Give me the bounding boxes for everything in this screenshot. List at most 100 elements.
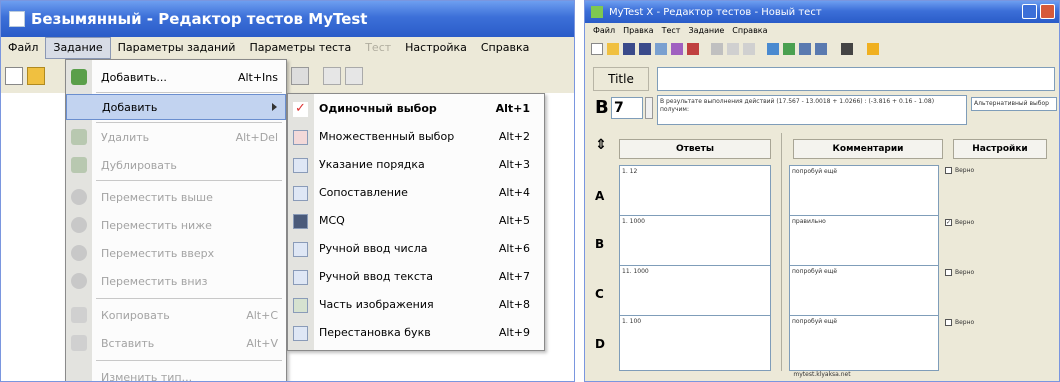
menu-help[interactable]: Справка [474,37,536,59]
copy-icon [71,307,87,323]
menu-item-delete[interactable]: Удалить Alt+Del [66,124,286,150]
new-file-icon[interactable] [5,67,23,85]
settings-header[interactable]: Настройки [953,139,1047,159]
answer-input[interactable]: 1. 100 [619,315,771,371]
checkbox-box [945,269,952,276]
move-up-icon[interactable] [799,43,811,55]
menu-item-label: Переместить ниже [101,218,212,232]
undo-icon[interactable] [711,43,723,55]
comments-header[interactable]: Комментарии [793,139,943,159]
save-icon[interactable] [623,43,635,55]
menu-task[interactable]: Задание [684,26,728,35]
question-type-select[interactable]: Альтернативный выбор [971,97,1057,111]
menu-item-paste[interactable]: Вставить Alt+V [66,330,286,356]
question-number-input[interactable]: 7 [611,97,643,119]
menu-item-change-type[interactable]: Изменить тип... [66,364,286,382]
move-down-icon[interactable] [815,43,827,55]
close-icon[interactable] [1040,4,1055,19]
menu-item-move-top[interactable]: Переместить вверх [66,240,286,266]
menu-task[interactable]: Задание [45,37,111,59]
comment-input[interactable]: попробуй ещё [789,165,939,221]
correct-checkbox[interactable]: Верно [945,167,974,174]
paste-icon[interactable] [345,67,363,85]
menu-item-label: Вставить [101,336,155,350]
menu-settings[interactable]: Настройка [398,37,474,59]
submenu-item-image-part[interactable]: Часть изображения Alt+8 [288,292,544,318]
delete-task-icon[interactable] [783,43,795,55]
sort-updown-icon[interactable]: ⇕ [595,137,607,153]
task-menu-dropdown: Добавить... Alt+Ins Добавить Удалить Alt… [65,59,287,382]
menu-separator [96,298,282,299]
menu-help[interactable]: Справка [728,26,771,35]
minimize-icon[interactable] [1022,4,1037,19]
new-file-icon[interactable] [591,43,603,55]
title-bar: Безымянный - Редактор тестов MyTest [1,1,574,37]
submenu-item-letter-permutation[interactable]: Перестановка букв Alt+9 [288,320,544,346]
run-test-icon[interactable] [687,43,699,55]
correct-checkbox[interactable]: Верно [945,319,974,326]
copy-icon[interactable] [323,67,341,85]
window-title: МуTest X - Редактор тестов - Новый тест [609,6,822,18]
open-folder-icon[interactable] [607,43,619,55]
comment-input[interactable]: попробуй ещё [789,265,939,321]
title-field-label: Title [593,67,649,91]
submenu-item-mcq[interactable]: MCQ Alt+5 [288,208,544,234]
duplicate-task-icon [71,157,87,173]
submenu-item-order[interactable]: Указание порядка Alt+3 [288,152,544,178]
menu-item-move-up[interactable]: Переместить выше [66,184,286,210]
menu-file[interactable]: Файл [1,37,45,59]
menu-item-label: Переместить вниз [101,274,208,288]
menu-item-copy[interactable]: Копировать Alt+C [66,302,286,328]
menu-edit[interactable]: Правка [619,26,657,35]
answer-input[interactable]: 1. 12 [619,165,771,221]
answer-letter: А [595,189,605,203]
menu-item-duplicate[interactable]: Дублировать [66,152,286,178]
answer-letter: D [595,337,605,351]
move-bottom-icon [71,273,87,289]
menu-test-params[interactable]: Параметры теста [242,37,358,59]
menu-item-add-dialog[interactable]: Добавить... Alt+Ins [66,64,286,90]
menu-item-shortcut: Alt+V [246,336,278,350]
settings-icon[interactable] [671,43,683,55]
menu-test[interactable]: Тест [358,37,398,59]
redo-icon[interactable] [727,43,739,55]
editor-window-right: МуTest X - Редактор тестов - Новый тест … [584,0,1060,382]
submenu-item-number-input[interactable]: Ручной ввод числа Alt+6 [288,236,544,262]
correct-checkbox[interactable]: ✓ Верно [945,219,974,226]
comment-input[interactable]: правильно [789,215,939,271]
menu-file[interactable]: Файл [589,26,619,35]
menu-item-move-down[interactable]: Переместить ниже [66,212,286,238]
correct-checkbox[interactable]: Верно [945,269,974,276]
submenu-item-label: Сопоставление [319,186,408,199]
number-input-icon [293,242,308,257]
print-icon[interactable] [655,43,667,55]
submenu-item-label: MCQ [319,214,345,227]
print-icon[interactable] [291,67,309,85]
open-folder-icon[interactable] [27,67,45,85]
answer-input[interactable]: 11. 1000 [619,265,771,321]
cut-icon[interactable] [743,43,755,55]
submenu-item-single-choice[interactable]: ✓ Одиночный выбор Alt+1 [288,96,544,122]
question-number-stepper[interactable] [645,97,653,119]
menu-item-add-submenu[interactable]: Добавить [66,94,286,120]
answers-header[interactable]: Ответы [619,139,771,159]
save-as-icon[interactable] [639,43,651,55]
view-icon[interactable] [841,43,853,55]
help-icon[interactable] [867,43,879,55]
comment-input[interactable]: попробуй ещё [789,315,939,371]
question-text-input[interactable]: В результате выполнения действий (17.567… [657,95,967,125]
answer-input[interactable]: 1. 1000 [619,215,771,271]
multiple-choice-icon [293,130,308,145]
submenu-item-label: Указание порядка [319,158,425,171]
submenu-item-matching[interactable]: Сопоставление Alt+4 [288,180,544,206]
question-number-label: В [595,97,609,118]
submenu-item-multiple-choice[interactable]: Множественный выбор Alt+2 [288,124,544,150]
title-input[interactable] [657,67,1055,91]
letter-permutation-icon [293,326,308,341]
menu-task-params[interactable]: Параметры заданий [111,37,243,59]
add-task-icon[interactable] [767,43,779,55]
submenu-item-text-input[interactable]: Ручной ввод текста Alt+7 [288,264,544,290]
submenu-item-shortcut: Alt+6 [498,242,530,255]
menu-test[interactable]: Тест [658,26,685,35]
menu-item-move-bottom[interactable]: Переместить вниз [66,268,286,294]
